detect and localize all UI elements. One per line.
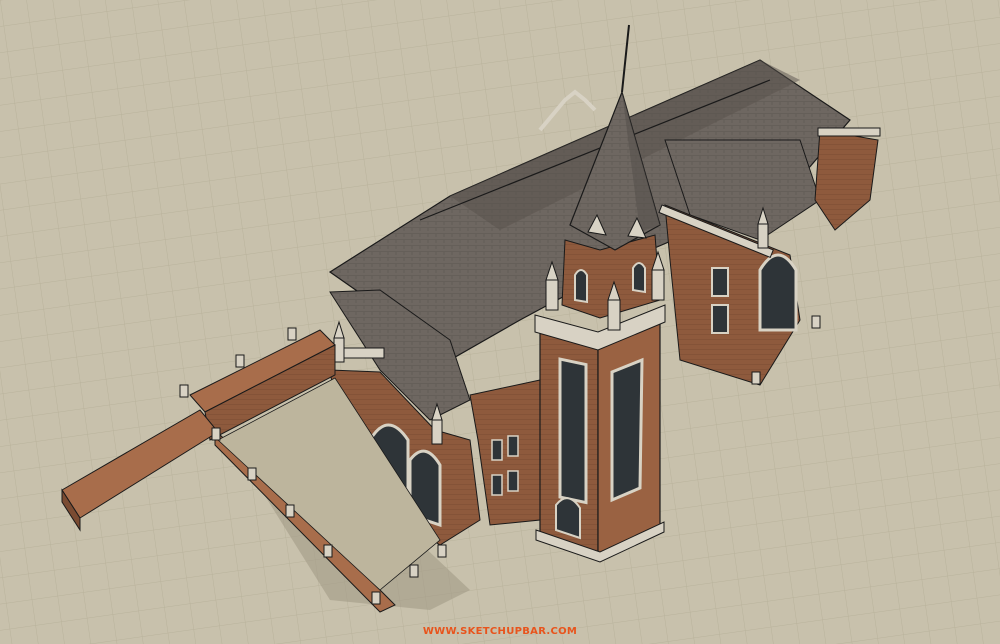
rear-window-2 (711, 304, 729, 334)
middle-window-3 (491, 474, 503, 496)
tower-drum-window-1 (574, 269, 588, 304)
tower-drum-window-2 (632, 262, 646, 294)
rear-arch-window (758, 253, 798, 332)
tower-window-right (610, 357, 644, 503)
tower-window-left (558, 357, 588, 505)
middle-window-1 (491, 439, 503, 461)
tower-door (555, 497, 581, 540)
watermark-text: WWW.SKETCHUPBAR.COM (422, 626, 578, 637)
rear-window-1 (711, 267, 729, 297)
middle-window-2 (507, 435, 519, 457)
sketchup-scene (0, 0, 1000, 644)
middle-window-4 (507, 470, 519, 492)
right-annex-cornice (817, 127, 881, 137)
